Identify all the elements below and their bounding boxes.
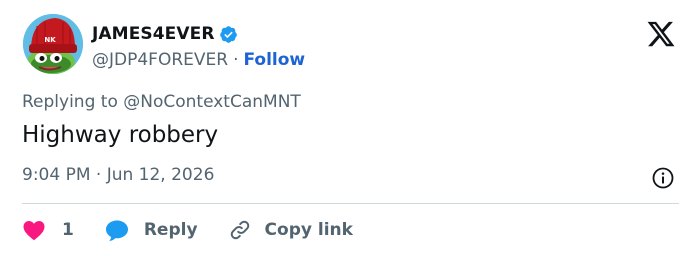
avatar-image: NK xyxy=(23,14,83,74)
link-icon xyxy=(228,218,252,242)
copy-link-button[interactable]: Copy link xyxy=(228,218,353,242)
heart-icon xyxy=(22,219,46,241)
reply-label: Reply xyxy=(143,220,198,240)
replying-to-label[interactable]: Replying to @NoContextCanMNT xyxy=(22,92,301,112)
display-name[interactable]: JAMES4EVER xyxy=(92,24,215,44)
tweet-embed-card: NK JAMES4EVER @JDP4FOREVER · Follow Repl… xyxy=(0,0,700,256)
avatar-hat-logo: NK xyxy=(44,36,56,44)
info-icon[interactable] xyxy=(651,166,675,190)
author-handle-row: @JDP4FOREVER · Follow xyxy=(92,48,305,72)
avatar[interactable]: NK xyxy=(23,14,83,74)
tweet-timestamp[interactable]: 9:04 PM · Jun 12, 2026 xyxy=(22,165,214,185)
reply-bubble-icon xyxy=(104,218,130,242)
like-button[interactable]: 1 xyxy=(22,219,74,241)
author-name-row: JAMES4EVER xyxy=(92,22,305,46)
divider xyxy=(22,203,679,204)
follow-button[interactable]: Follow xyxy=(243,50,305,70)
tweet-actions: 1 Reply Copy link xyxy=(22,214,353,246)
separator-dot: · xyxy=(233,50,239,70)
x-logo-icon[interactable] xyxy=(646,19,676,49)
author-block: JAMES4EVER @JDP4FOREVER · Follow xyxy=(92,22,305,72)
like-count: 1 xyxy=(62,220,74,240)
tweet-text: Highway robbery xyxy=(22,122,219,148)
verified-badge-icon xyxy=(219,25,238,44)
reply-button[interactable]: Reply xyxy=(104,218,198,242)
copy-link-label: Copy link xyxy=(264,220,353,240)
author-handle[interactable]: @JDP4FOREVER xyxy=(92,50,228,70)
